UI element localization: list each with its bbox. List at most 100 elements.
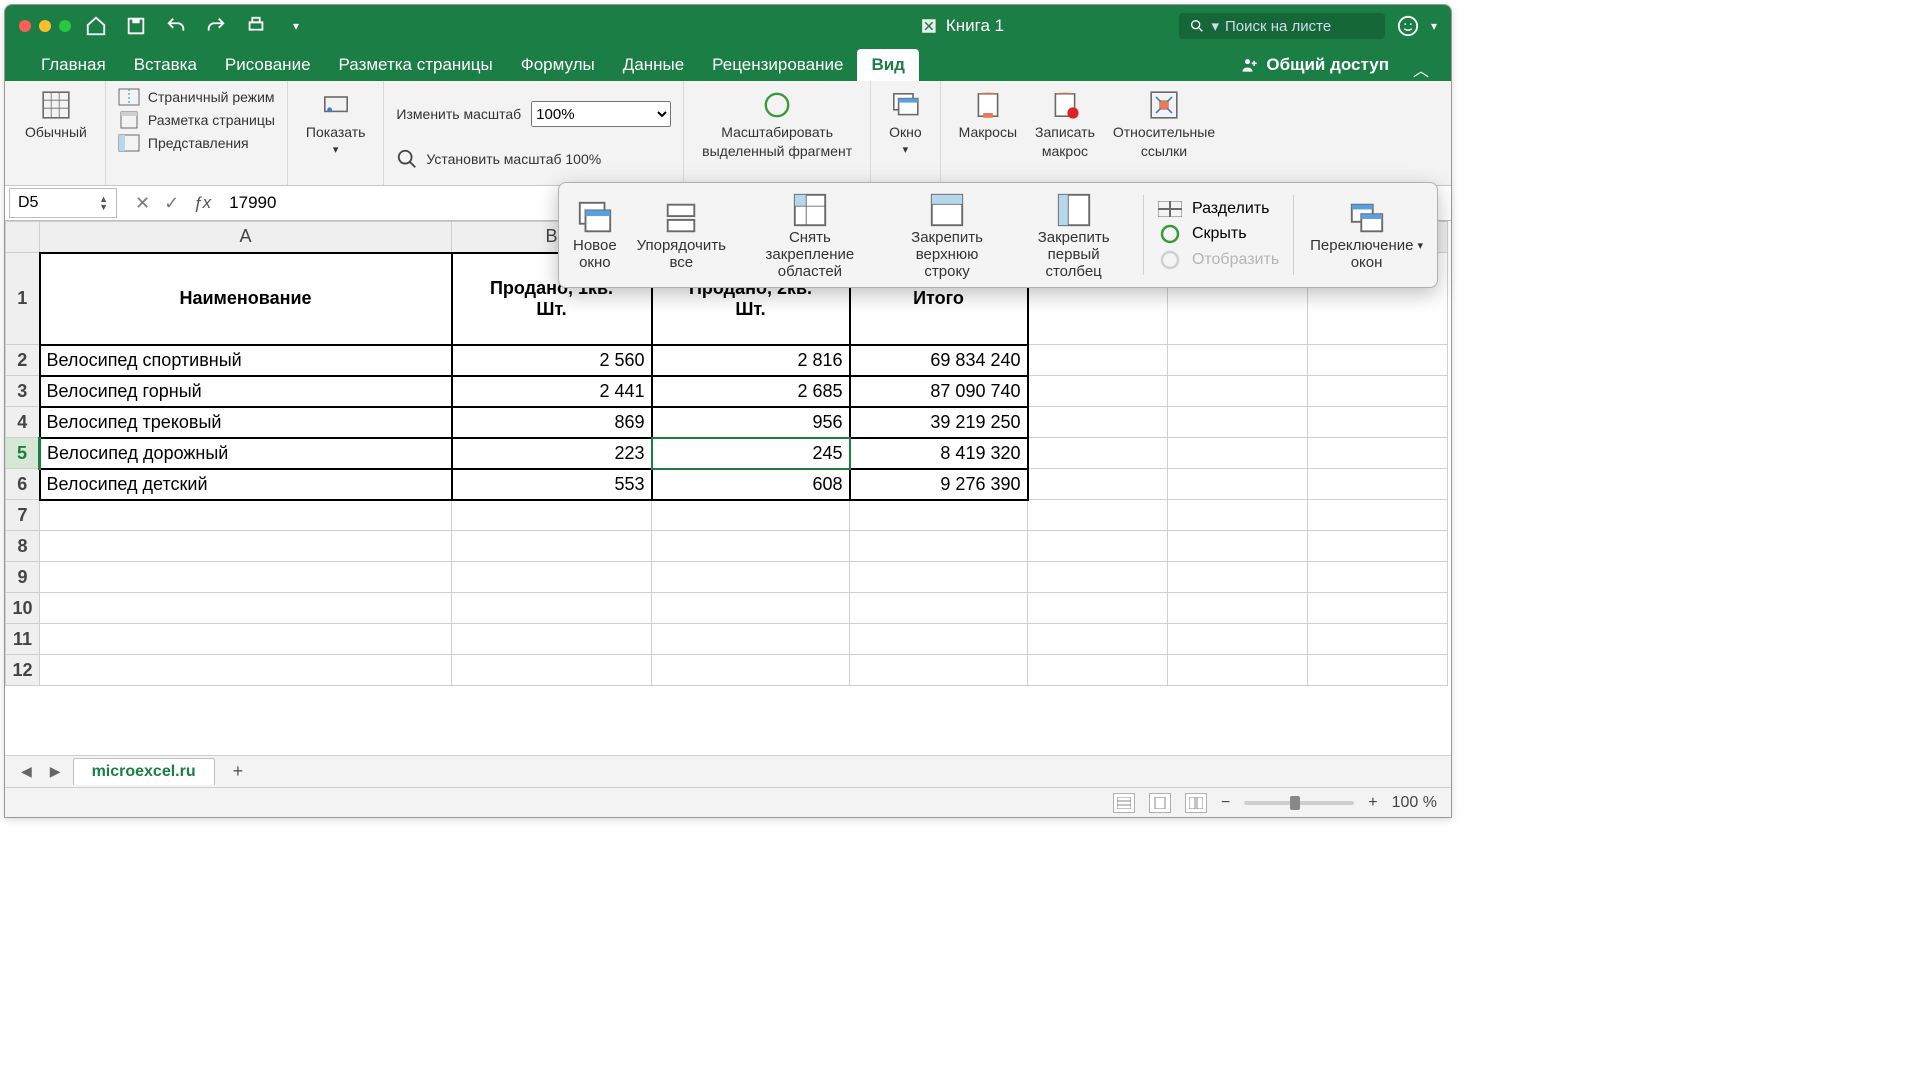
cell[interactable]: 39 219 250 (850, 407, 1028, 438)
row-header[interactable]: 4 (6, 407, 40, 438)
zoom-level[interactable]: 100 % (1392, 794, 1437, 812)
row-header[interactable]: 12 (6, 655, 40, 686)
switch-windows-button[interactable]: Переключение▾окон (1300, 195, 1433, 275)
cell[interactable]: 869 (452, 407, 652, 438)
cell[interactable] (1028, 531, 1168, 562)
cell[interactable] (40, 562, 452, 593)
cell[interactable] (850, 624, 1028, 655)
cell[interactable]: 608 (652, 469, 850, 500)
share-button[interactable]: Общий доступ (1228, 49, 1401, 81)
page-break-icon[interactable] (1185, 793, 1207, 813)
cell[interactable]: 956 (652, 407, 850, 438)
zoom-out-button[interactable]: − (1221, 794, 1230, 812)
cell[interactable] (1028, 345, 1168, 376)
cell[interactable]: 9 276 390 (850, 469, 1028, 500)
cell[interactable]: 69 834 240 (850, 345, 1028, 376)
cell[interactable] (1028, 655, 1168, 686)
cell[interactable]: Велосипед спортивный (40, 345, 452, 376)
cell[interactable] (40, 500, 452, 531)
cell[interactable] (40, 655, 452, 686)
cell[interactable] (1168, 531, 1308, 562)
cell[interactable] (850, 562, 1028, 593)
page-layout-view-button[interactable]: Разметка страницы (118, 110, 275, 130)
col-header-a[interactable]: A (40, 222, 452, 253)
tab-home[interactable]: Главная (27, 49, 120, 81)
row-header[interactable]: 10 (6, 593, 40, 624)
page-layout-icon[interactable] (1149, 793, 1171, 813)
zoom-100-button[interactable]: Установить масштаб 100% (396, 147, 601, 171)
user-icon[interactable] (1397, 15, 1419, 37)
cell[interactable] (1308, 500, 1448, 531)
arrange-all-button[interactable]: Упорядочитьвсе (627, 195, 736, 275)
cell[interactable] (1308, 469, 1448, 500)
cell[interactable] (850, 655, 1028, 686)
home-icon[interactable] (85, 15, 107, 37)
cell[interactable]: 2 816 (652, 345, 850, 376)
collapse-ribbon-icon[interactable]: ︿ (1413, 57, 1429, 81)
customize-qat-icon[interactable]: ▾ (285, 15, 307, 37)
cell[interactable] (452, 624, 652, 655)
zoom-selection-button[interactable]: Масштабироватьвыделенный фрагмент (696, 87, 858, 161)
relative-refs-button[interactable]: Относительныессылки (1107, 87, 1221, 161)
next-sheet-icon[interactable]: ▶ (44, 761, 67, 782)
cell[interactable] (1168, 593, 1308, 624)
undo-icon[interactable] (165, 15, 187, 37)
cell-selected[interactable]: 245 (652, 438, 850, 469)
freeze-first-col-button[interactable]: Закрепитьпервый столбец (1010, 187, 1137, 284)
cell[interactable]: 8 419 320 (850, 438, 1028, 469)
cell[interactable] (1308, 438, 1448, 469)
cell[interactable] (40, 593, 452, 624)
tab-data[interactable]: Данные (609, 49, 698, 81)
cell[interactable] (452, 593, 652, 624)
cell[interactable] (1308, 407, 1448, 438)
tab-page-layout[interactable]: Разметка страницы (325, 49, 507, 81)
cell[interactable] (1168, 562, 1308, 593)
cell[interactable] (452, 500, 652, 531)
cell[interactable]: Велосипед детский (40, 469, 452, 500)
tab-formulas[interactable]: Формулы (507, 49, 609, 81)
cell[interactable] (1028, 376, 1168, 407)
cell[interactable]: Велосипед дорожный (40, 438, 452, 469)
row-header[interactable]: 11 (6, 624, 40, 655)
macros-button[interactable]: Макросы (953, 87, 1023, 161)
cell[interactable]: Наименование (40, 253, 452, 345)
cell[interactable] (652, 562, 850, 593)
cell[interactable] (1028, 593, 1168, 624)
cell[interactable] (1168, 345, 1308, 376)
cell[interactable] (850, 531, 1028, 562)
cell[interactable] (652, 531, 850, 562)
cell[interactable] (452, 531, 652, 562)
cell[interactable]: 2 685 (652, 376, 850, 407)
row-header[interactable]: 9 (6, 562, 40, 593)
cell[interactable] (850, 500, 1028, 531)
cell[interactable] (452, 655, 652, 686)
cell[interactable]: 553 (452, 469, 652, 500)
confirm-icon[interactable]: ✓ (164, 193, 179, 214)
normal-view-button[interactable]: Обычный (19, 87, 93, 142)
row-header[interactable]: 3 (6, 376, 40, 407)
unfreeze-panes-button[interactable]: Снять закреплениеобластей (736, 187, 884, 284)
prev-sheet-icon[interactable]: ◀ (15, 761, 38, 782)
record-macro-button[interactable]: Записатьмакрос (1029, 87, 1101, 161)
close-icon[interactable] (19, 20, 31, 32)
tab-draw[interactable]: Рисование (211, 49, 325, 81)
freeze-top-row-button[interactable]: Закрепитьверхнюю строку (884, 187, 1010, 284)
cell[interactable]: 223 (452, 438, 652, 469)
redo-icon[interactable] (205, 15, 227, 37)
cell[interactable]: Велосипед горный (40, 376, 452, 407)
cell[interactable] (652, 624, 850, 655)
tab-insert[interactable]: Вставка (120, 49, 211, 81)
cell[interactable] (1168, 469, 1308, 500)
dropdown-icon[interactable]: ▾ (1431, 19, 1437, 33)
row-header[interactable]: 8 (6, 531, 40, 562)
cell[interactable] (1168, 407, 1308, 438)
cell[interactable] (1168, 376, 1308, 407)
cell[interactable] (1168, 500, 1308, 531)
tab-view[interactable]: Вид (857, 49, 919, 81)
show-button[interactable]: Показать▾ (300, 87, 372, 158)
cell[interactable] (1028, 438, 1168, 469)
cell[interactable] (1308, 562, 1448, 593)
cell[interactable] (1168, 624, 1308, 655)
cell[interactable] (1168, 655, 1308, 686)
zoom-in-button[interactable]: + (1368, 794, 1377, 812)
